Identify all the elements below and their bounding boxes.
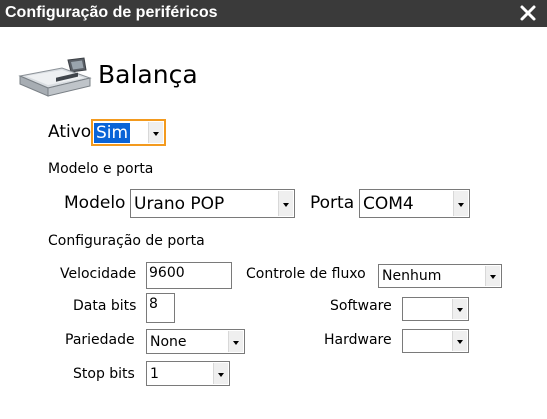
data-bits-label: Data bits [73, 298, 137, 314]
chevron-down-icon[interactable] [453, 191, 468, 216]
pariedade-select[interactable]: None [146, 329, 245, 354]
controle-fluxo-label: Controle de fluxo [246, 266, 366, 282]
porta-select[interactable]: COM4 [359, 189, 470, 218]
ativo-select[interactable]: Sim [91, 119, 166, 146]
chevron-down-icon[interactable] [228, 331, 243, 352]
controle-fluxo-select[interactable]: Nenhum [378, 264, 502, 288]
pariedade-select-value: None [150, 334, 187, 350]
modelo-select-value: Urano POP [134, 194, 225, 214]
hardware-select[interactable] [402, 329, 469, 353]
title-bar: Configuração de periféricos [0, 0, 547, 27]
stop-bits-select-value: 1 [150, 366, 159, 382]
pariedade-label: Pariedade [65, 332, 135, 348]
modelo-select[interactable]: Urano POP [130, 189, 295, 218]
window-title: Configuração de periféricos [5, 4, 218, 21]
stop-bits-select[interactable]: 1 [146, 361, 230, 386]
velocidade-input[interactable]: 9600 [146, 262, 232, 289]
ativo-select-value: Sim [94, 123, 131, 143]
chevron-down-icon[interactable] [485, 266, 500, 286]
ativo-label: Ativo [48, 122, 92, 142]
velocidade-input-value: 9600 [149, 265, 185, 281]
data-bits-input-value: 8 [149, 296, 158, 312]
software-select[interactable] [402, 297, 469, 321]
device-name: Balança [98, 60, 198, 89]
chevron-down-icon[interactable] [452, 331, 467, 351]
porta-select-value: COM4 [363, 194, 414, 214]
hardware-label: Hardware [324, 332, 392, 348]
chevron-down-icon[interactable] [148, 122, 163, 143]
modelo-porta-section-label: Modelo e porta [48, 161, 154, 177]
chevron-down-icon[interactable] [278, 191, 293, 216]
porta-label: Porta [310, 193, 355, 213]
chevron-down-icon[interactable] [213, 363, 228, 384]
data-bits-input[interactable]: 8 [146, 293, 175, 323]
scale-icon [16, 56, 92, 98]
modelo-label: Modelo [64, 193, 126, 213]
controle-fluxo-select-value: Nenhum [382, 268, 442, 284]
config-porta-section-label: Configuração de porta [48, 233, 205, 249]
close-icon-glyph [520, 5, 536, 21]
stop-bits-label: Stop bits [73, 366, 135, 382]
close-icon[interactable] [518, 3, 538, 23]
velocidade-label: Velocidade [60, 266, 137, 282]
software-label: Software [330, 298, 392, 314]
chevron-down-icon[interactable] [452, 299, 467, 319]
